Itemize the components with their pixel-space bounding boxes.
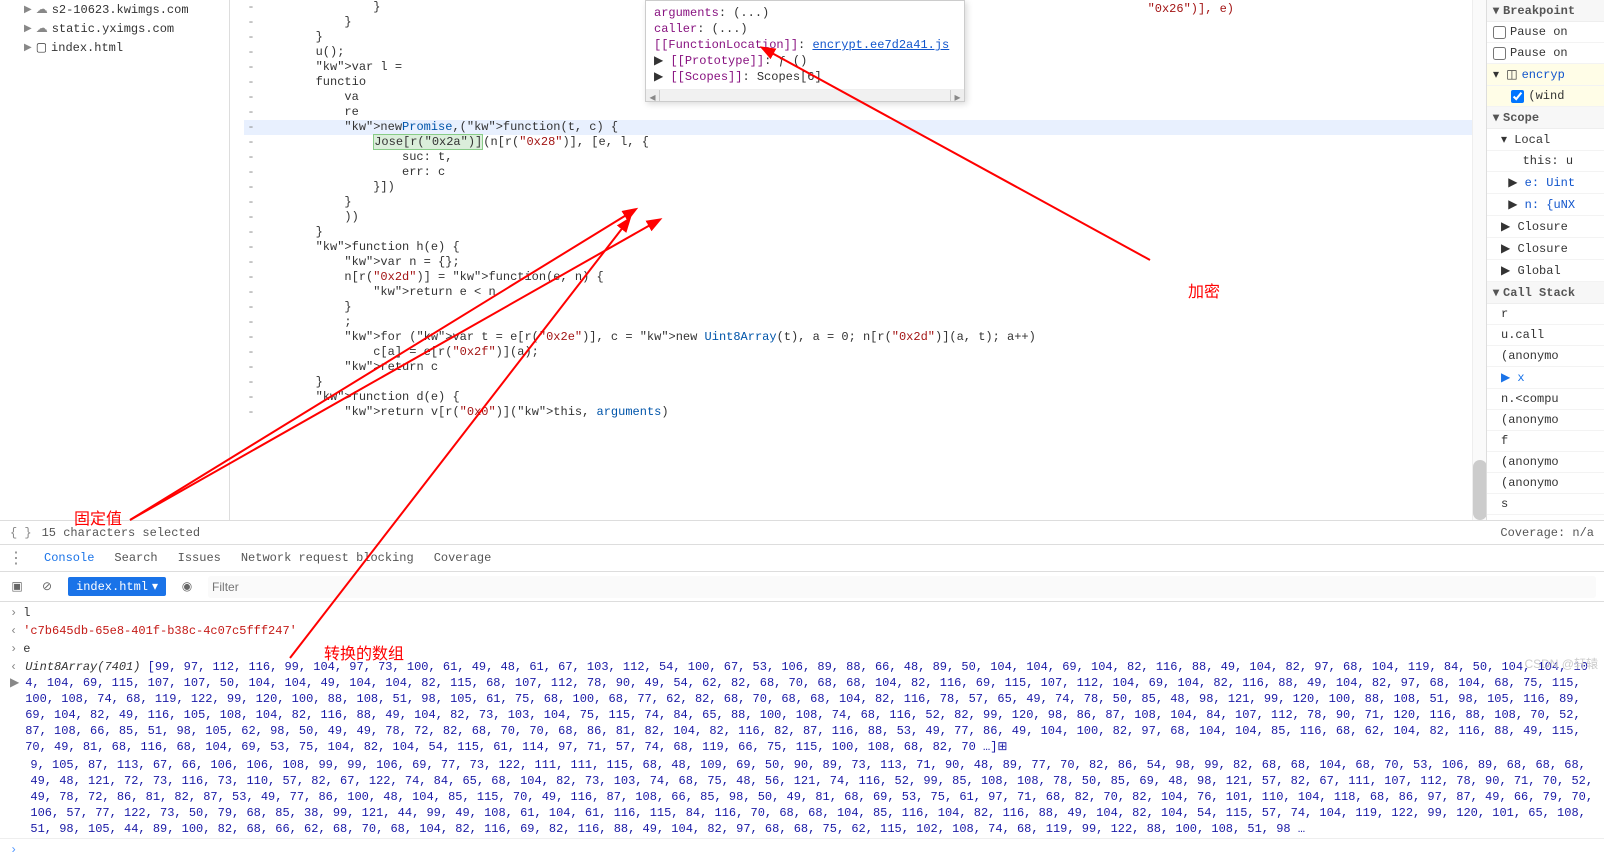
xhr-breakpoint[interactable]: ▾ ◫ encryp (1487, 64, 1604, 86)
tree-item[interactable]: ▶☁s2-10623.kwimgs.com (4, 0, 225, 19)
scope-item[interactable]: ▶ e: Uint (1487, 172, 1604, 194)
console-output-row: 9, 105, 87, 113, 67, 66, 106, 106, 108, … (0, 756, 1604, 838)
scope-item[interactable]: ▶ Global (1487, 260, 1604, 282)
clear-console-icon[interactable]: ⊘ (38, 578, 56, 596)
scope-header[interactable]: ▾Scope (1487, 107, 1604, 129)
function-tooltip: "0x26")], e) arguments: (...) caller: (.… (645, 0, 965, 102)
callstack-frame[interactable]: s (1487, 494, 1604, 515)
callstack-frame[interactable]: f (1487, 431, 1604, 452)
pause-checkbox[interactable]: Pause on (1487, 22, 1604, 43)
scrollbar[interactable] (1472, 0, 1486, 520)
drawer-tabs: ⋮ Console Search Issues Network request … (0, 544, 1604, 572)
scope-item: this: u (1487, 151, 1604, 172)
console-input-row: ›l (0, 604, 1604, 622)
cloud-icon: ☁ (36, 21, 48, 36)
callstack-frame[interactable]: ▶ x (1487, 367, 1604, 389)
tab-search[interactable]: Search (114, 551, 157, 565)
tab-console[interactable]: Console (44, 551, 94, 565)
cloud-icon: ☁ (36, 2, 48, 17)
callstack-frame[interactable]: r (1487, 304, 1604, 325)
console-prompt[interactable]: › (0, 838, 1604, 861)
console-output-row: ‹'c7b645db-65e8-401f-b38c-4c07c5fff247' (0, 622, 1604, 640)
console-toolbar: ▣ ⊘ index.html▾ ◉ (0, 572, 1604, 602)
callstack-frame[interactable]: (anonymo (1487, 346, 1604, 367)
callstack-frame[interactable]: (anonymo (1487, 473, 1604, 494)
tab-network-blocking[interactable]: Network request blocking (241, 551, 414, 565)
console-output: ›l ‹'c7b645db-65e8-401f-b38c-4c07c5fff24… (0, 602, 1604, 863)
more-icon[interactable]: ⋮ (8, 548, 24, 568)
pause-checkbox[interactable]: Pause on (1487, 43, 1604, 64)
watermark: CSDN @轩辕 (1524, 655, 1598, 672)
tab-coverage[interactable]: Coverage (434, 551, 492, 565)
coverage-status: Coverage: n/a (1500, 526, 1594, 540)
scope-item[interactable]: ▶ Closure (1487, 238, 1604, 260)
console-input-row: ›e (0, 640, 1604, 658)
eye-icon[interactable]: ◉ (178, 578, 196, 596)
filter-input[interactable] (208, 576, 1596, 598)
xhr-breakpoint-sub[interactable]: (wind (1487, 86, 1604, 107)
format-icon[interactable]: { } (10, 526, 32, 540)
callstack-frame[interactable]: n.<compu (1487, 389, 1604, 410)
console-output-row[interactable]: ‹ ▶Uint8Array(7401) [99, 97, 112, 116, 9… (0, 658, 1604, 756)
callstack-header[interactable]: ▾Call Stack (1487, 282, 1604, 304)
file-tree: ▶☁s2-10623.kwimgs.com ▶☁static.yximgs.co… (0, 0, 230, 520)
tree-item[interactable]: ▶▢index.html (4, 38, 225, 57)
breakpoints-header[interactable]: ▾Breakpoint (1487, 0, 1604, 22)
callstack-frame[interactable]: (anonymo (1487, 410, 1604, 431)
function-location-link[interactable]: encrypt.ee7d2a41.js (812, 38, 949, 52)
callstack-frame[interactable]: u.call (1487, 325, 1604, 346)
code-editor[interactable]: - }- }- }- u();- "kw">var l =- functio- … (230, 0, 1486, 520)
selection-status: 15 characters selected (42, 526, 200, 540)
scope-item[interactable]: ▶ n: {uNX (1487, 194, 1604, 216)
scope-item[interactable]: ▾ Local (1487, 129, 1604, 151)
sidebar-toggle-icon[interactable]: ▣ (8, 578, 26, 596)
doc-icon: ▢ (36, 40, 47, 55)
callstack-frame[interactable]: (anonymo (1487, 452, 1604, 473)
status-bar: { } 15 characters selected Coverage: n/a (0, 520, 1604, 544)
context-selector[interactable]: index.html▾ (68, 577, 166, 596)
tooltip-scrollbar[interactable]: ◂▸ (646, 89, 964, 101)
debugger-sidebar: ▾Breakpoint Pause on Pause on ▾ ◫ encryp… (1486, 0, 1604, 520)
scope-item[interactable]: ▶ Closure (1487, 216, 1604, 238)
tree-item[interactable]: ▶☁static.yximgs.com (4, 19, 225, 38)
tab-issues[interactable]: Issues (178, 551, 221, 565)
